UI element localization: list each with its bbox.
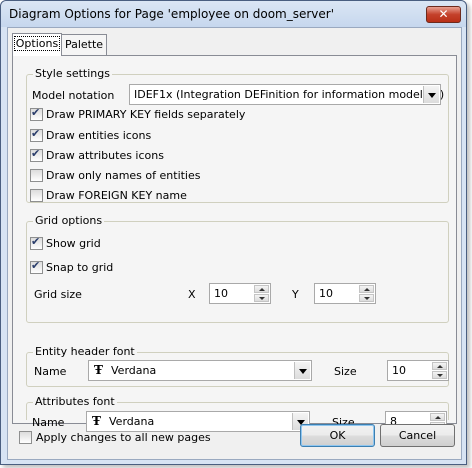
spin-up-icon[interactable] <box>430 413 445 421</box>
show-grid-label[interactable]: Show grid <box>46 237 101 250</box>
tab-palette-label: Palette <box>64 38 104 51</box>
chevron-down-icon[interactable] <box>294 362 310 379</box>
snap-to-grid-checkbox[interactable] <box>30 259 43 274</box>
entity-header-font-size-label: Size <box>334 365 357 378</box>
entity-header-font-name-label: Name <box>34 365 67 378</box>
grid-y-value: 10 <box>319 287 333 300</box>
draw-only-names-label[interactable]: Draw only names of entities <box>46 169 201 182</box>
attributes-font-name-label: Name <box>32 416 65 429</box>
dialog-window: Diagram Options for Page 'employee on do… <box>0 0 467 465</box>
entity-header-font-select[interactable]: Ŧ Verdana <box>88 360 312 381</box>
spin-up-icon[interactable] <box>359 285 374 293</box>
entity-header-font-group: Entity header font Name Ŧ Verdana Size 1… <box>26 345 449 387</box>
options-tab-page: Style settings Model notation IDEF1x (In… <box>12 55 457 424</box>
tab-options[interactable]: Options <box>12 33 62 56</box>
apply-all-pages-label[interactable]: Apply changes to all new pages <box>36 431 211 444</box>
ok-button[interactable]: OK <box>300 424 375 447</box>
tab-palette[interactable]: Palette <box>61 34 107 55</box>
grid-y-stepper[interactable]: 10 <box>314 283 376 304</box>
entity-header-font-title: Entity header font <box>33 345 137 358</box>
style-settings-title: Style settings <box>33 67 112 80</box>
spin-down-icon[interactable] <box>359 294 374 302</box>
tab-options-label: Options <box>13 36 61 51</box>
grid-options-title: Grid options <box>33 214 105 227</box>
window-title: Diagram Options for Page 'employee on do… <box>9 7 335 21</box>
snap-to-grid-label[interactable]: Snap to grid <box>46 261 113 274</box>
grid-y-label: Y <box>292 288 299 301</box>
cancel-button[interactable]: Cancel <box>380 424 455 447</box>
dialog-client-area: Options Palette Style settings Model not… <box>7 27 462 460</box>
entity-header-font-value: Verdana <box>111 364 157 377</box>
attributes-font-title: Attributes font <box>33 395 117 408</box>
draw-foreign-key-checkbox[interactable] <box>30 189 43 202</box>
grid-y-spin-buttons <box>359 285 374 302</box>
spin-up-icon[interactable] <box>254 285 269 293</box>
spin-down-icon[interactable] <box>254 294 269 302</box>
attributes-font-value: Verdana <box>109 415 155 428</box>
entity-header-font-size-stepper[interactable]: 10 <box>387 360 449 381</box>
entity-header-font-size-value: 10 <box>392 364 406 377</box>
draw-entities-icons-label[interactable]: Draw entities icons <box>46 129 151 142</box>
show-grid-checkbox[interactable] <box>30 235 43 250</box>
title-bar[interactable]: Diagram Options for Page 'employee on do… <box>1 1 466 27</box>
grid-x-label: X <box>188 288 196 301</box>
draw-only-names-checkbox[interactable] <box>30 169 43 182</box>
font-icon: Ŧ <box>94 363 103 377</box>
chevron-down-icon[interactable] <box>423 86 439 103</box>
spin-down-icon[interactable] <box>432 371 447 379</box>
grid-size-label: Grid size <box>34 288 82 301</box>
model-notation-value: IDEF1x (Integration DEFinition for infor… <box>134 88 445 101</box>
attributes-font-select[interactable]: Ŧ Verdana <box>86 411 310 432</box>
style-settings-group: Style settings Model notation IDEF1x (In… <box>26 67 449 203</box>
font-icon: Ŧ <box>92 414 101 428</box>
entity-header-size-spin-buttons <box>432 362 447 379</box>
draw-primary-key-label[interactable]: Draw PRIMARY KEY fields separately <box>46 108 245 121</box>
draw-attributes-icons-checkbox[interactable] <box>30 147 43 162</box>
draw-attributes-icons-label[interactable]: Draw attributes icons <box>46 149 164 162</box>
grid-x-value: 10 <box>214 287 228 300</box>
apply-all-pages-checkbox[interactable] <box>19 431 32 444</box>
grid-options-group: Grid options Show grid Snap to grid Grid… <box>26 214 449 323</box>
grid-x-stepper[interactable]: 10 <box>209 283 271 304</box>
draw-entities-icons-checkbox[interactable] <box>30 127 43 142</box>
spin-up-icon[interactable] <box>432 362 447 370</box>
grid-x-spin-buttons <box>254 285 269 302</box>
draw-primary-key-checkbox[interactable] <box>30 106 43 121</box>
model-notation-select[interactable]: IDEF1x (Integration DEFinition for infor… <box>129 84 445 105</box>
close-button[interactable]: ✕ <box>426 6 461 23</box>
draw-foreign-key-label[interactable]: Draw FOREIGN KEY name <box>46 189 187 202</box>
model-notation-label: Model notation <box>32 89 115 102</box>
